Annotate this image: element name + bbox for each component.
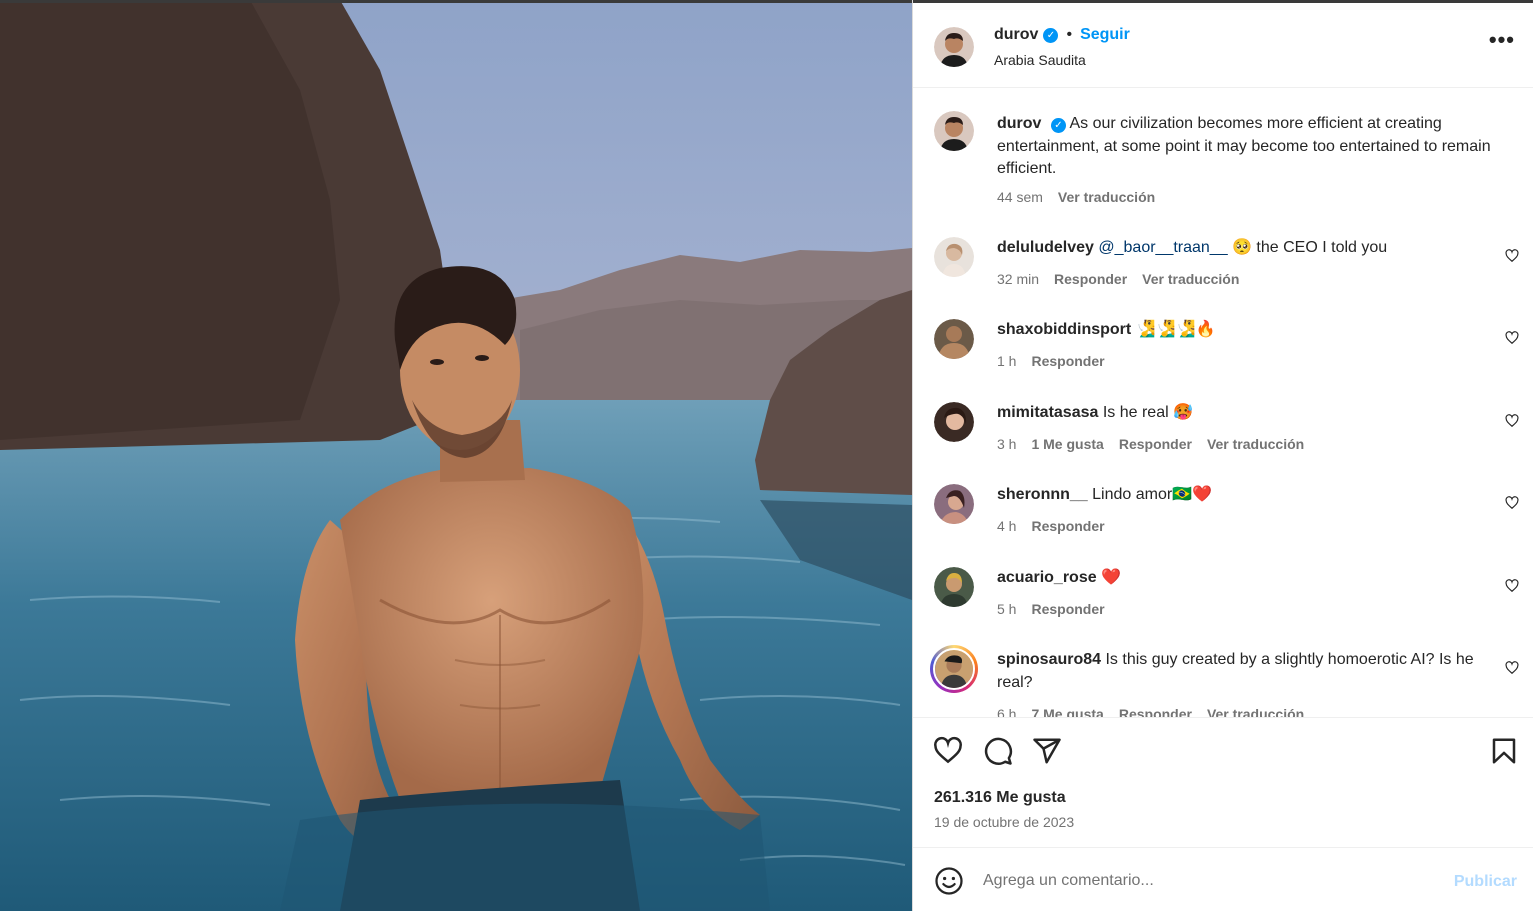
comment-likes-count[interactable]: 7 Me gusta (1031, 706, 1103, 717)
comment-like-icon[interactable] (1505, 331, 1519, 345)
commenter-avatar-story-ring[interactable] (930, 645, 978, 693)
post-photo[interactable] (0, 0, 912, 911)
author-username[interactable]: durov (994, 26, 1038, 44)
author-avatar[interactable] (934, 111, 974, 151)
comment-time[interactable]: 4 h (997, 518, 1016, 534)
translate-link[interactable]: Ver traducción (1207, 436, 1304, 452)
comment-text: 🧏‍♂️🧏‍♂️🧏‍♂️🔥 (1131, 321, 1216, 338)
reply-button[interactable]: Responder (1031, 601, 1104, 617)
commenter-avatar[interactable] (934, 402, 974, 442)
translate-link[interactable]: Ver traducción (1142, 271, 1239, 287)
comment-time[interactable]: 3 h (997, 436, 1016, 452)
comment-like-icon[interactable] (1505, 661, 1519, 675)
comment-meta: 1 h Responder (997, 353, 1105, 369)
comment-text: Is he real 🥵 (1098, 404, 1194, 421)
caption-text: As our civilization becomes more efficie… (997, 115, 1491, 177)
comment-text: Lindo amor🇧🇷❤️ (1087, 486, 1213, 503)
commenter-avatar[interactable] (934, 319, 974, 359)
comment-meta: 6 h 7 Me gusta Responder Ver traducción (997, 706, 1304, 717)
post-image (0, 0, 912, 911)
comment-body: acuario_rose ❤️ (997, 567, 1491, 590)
caption-username[interactable]: durov (997, 115, 1041, 132)
comment-body: shaxobiddinsport 🧏‍♂️🧏‍♂️🧏‍♂️🔥 (997, 319, 1491, 342)
comment-text: 🥺 the CEO I told you (1227, 239, 1388, 256)
comment-body: deluludelvey @_baor__traan__ 🥺 the CEO I… (997, 237, 1491, 260)
share-icon[interactable] (1032, 736, 1062, 766)
comment-body: sheronnn__ Lindo amor🇧🇷❤️ (997, 484, 1491, 507)
comment-time[interactable]: 1 h (997, 353, 1016, 369)
post-side-panel: durov ✓ • Seguir Arabia Saudita ••• duro… (912, 0, 1533, 911)
heart-icon[interactable] (933, 736, 963, 766)
reply-button[interactable]: Responder (1119, 436, 1192, 452)
bookmark-icon[interactable] (1489, 736, 1519, 766)
comment-time[interactable]: 5 h (997, 601, 1016, 617)
comment-mention[interactable]: @_baor__traan__ (1098, 239, 1227, 256)
reply-button[interactable]: Responder (1031, 518, 1104, 534)
caption-translate-link[interactable]: Ver traducción (1058, 189, 1155, 205)
window-top-border (0, 0, 912, 3)
comment-like-icon[interactable] (1505, 496, 1519, 510)
comment-username[interactable]: acuario_rose (997, 569, 1097, 586)
comment-username[interactable]: mimitatasasa (997, 404, 1098, 421)
comment-input[interactable] (983, 866, 1423, 896)
comment-time[interactable]: 6 h (997, 706, 1016, 717)
comment-username[interactable]: deluludelvey (997, 239, 1094, 256)
comment-meta: 5 h Responder (997, 601, 1105, 617)
comment-meta: 4 h Responder (997, 518, 1105, 534)
reply-button[interactable]: Responder (1054, 271, 1127, 287)
comment-body: mimitatasasa Is he real 🥵 (997, 402, 1491, 425)
comment-like-icon[interactable] (1505, 249, 1519, 263)
reply-button[interactable]: Responder (1119, 706, 1192, 717)
comment-username[interactable]: spinosauro84 (997, 651, 1101, 668)
comment-meta: 3 h 1 Me gusta Responder Ver traducción (997, 436, 1304, 452)
comment-like-icon[interactable] (1505, 579, 1519, 593)
comment-likes-count[interactable]: 1 Me gusta (1031, 436, 1103, 452)
post-location[interactable]: Arabia Saudita (994, 52, 1086, 68)
comment-like-icon[interactable] (1505, 414, 1519, 428)
post-date[interactable]: 19 de octubre de 2023 (934, 814, 1074, 830)
verified-badge-icon: ✓ (1050, 118, 1066, 133)
comment-text: ❤️ (1096, 569, 1121, 586)
comment-icon[interactable] (983, 736, 1013, 766)
verified-badge-icon: ✓ (1043, 27, 1059, 43)
comment-time[interactable]: 32 min (997, 271, 1039, 287)
commenter-avatar[interactable] (934, 484, 974, 524)
header-user-line: durov ✓ • Seguir (994, 26, 1130, 44)
likes-count[interactable]: 261.316 Me gusta (934, 789, 1066, 807)
translate-link[interactable]: Ver traducción (1207, 706, 1304, 717)
commenter-avatar[interactable] (934, 567, 974, 607)
comments-list[interactable]: durov ✓ As our civilization becomes more… (913, 89, 1533, 717)
post-actions: 261.316 Me gusta 19 de octubre de 2023 (913, 717, 1533, 847)
publish-button[interactable]: Publicar (1454, 873, 1517, 891)
comment-username[interactable]: sheronnn__ (997, 486, 1088, 503)
comment-username[interactable]: shaxobiddinsport (997, 321, 1131, 338)
author-avatar[interactable] (934, 27, 974, 67)
comment-meta: 32 min Responder Ver traducción (997, 271, 1239, 287)
caption-meta: 44 sem Ver traducción (997, 189, 1155, 205)
more-options-icon[interactable]: ••• (1489, 29, 1515, 51)
separator-dot: • (1066, 26, 1073, 43)
comment-composer: Publicar (913, 847, 1533, 911)
comment-body: spinosauro84 Is this guy created by a sl… (997, 649, 1491, 694)
caption-body: durov ✓ As our civilization becomes more… (997, 113, 1491, 181)
follow-button[interactable]: Seguir (1080, 26, 1130, 44)
reply-button[interactable]: Responder (1031, 353, 1104, 369)
caption-time[interactable]: 44 sem (997, 189, 1043, 205)
post-header: durov ✓ • Seguir Arabia Saudita ••• (913, 3, 1533, 88)
emoji-icon[interactable] (934, 866, 964, 896)
commenter-avatar[interactable] (934, 237, 974, 277)
